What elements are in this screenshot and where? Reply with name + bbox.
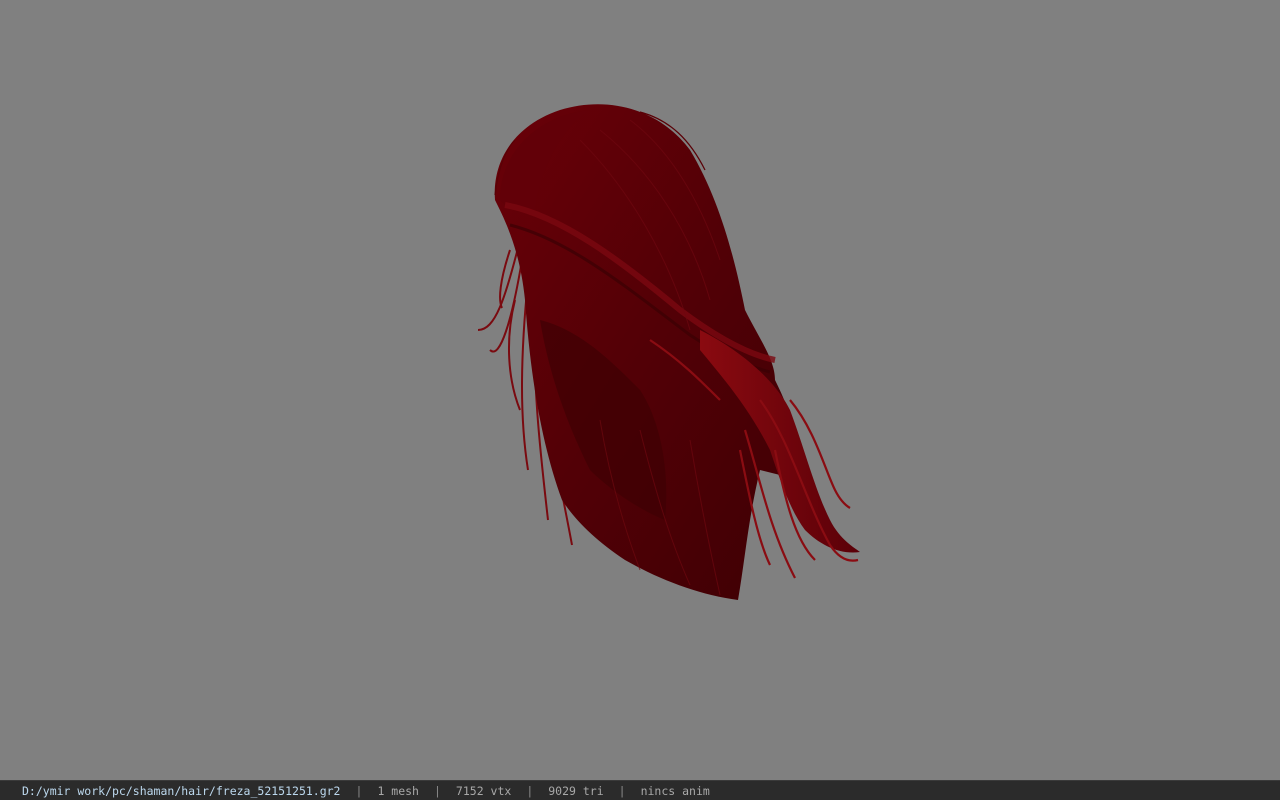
status-separator: |: [526, 783, 534, 798]
status-separator: |: [618, 783, 626, 798]
vertex-count-label: 7152 vtx: [455, 783, 512, 798]
status-bar: D:/ymir work/pc/shaman/hair/freza_521512…: [0, 780, 1280, 800]
status-separator: |: [355, 783, 363, 798]
file-path-label: D:/ymir work/pc/shaman/hair/freza_521512…: [22, 783, 341, 798]
animation-status-label: nincs anim: [640, 783, 710, 798]
model-viewport[interactable]: [0, 0, 1280, 780]
status-separator: |: [433, 783, 441, 798]
triangle-count-label: 9029 tri: [548, 783, 604, 798]
hair-mesh-render: [477, 104, 860, 601]
mesh-count-label: 1 mesh: [377, 783, 419, 798]
